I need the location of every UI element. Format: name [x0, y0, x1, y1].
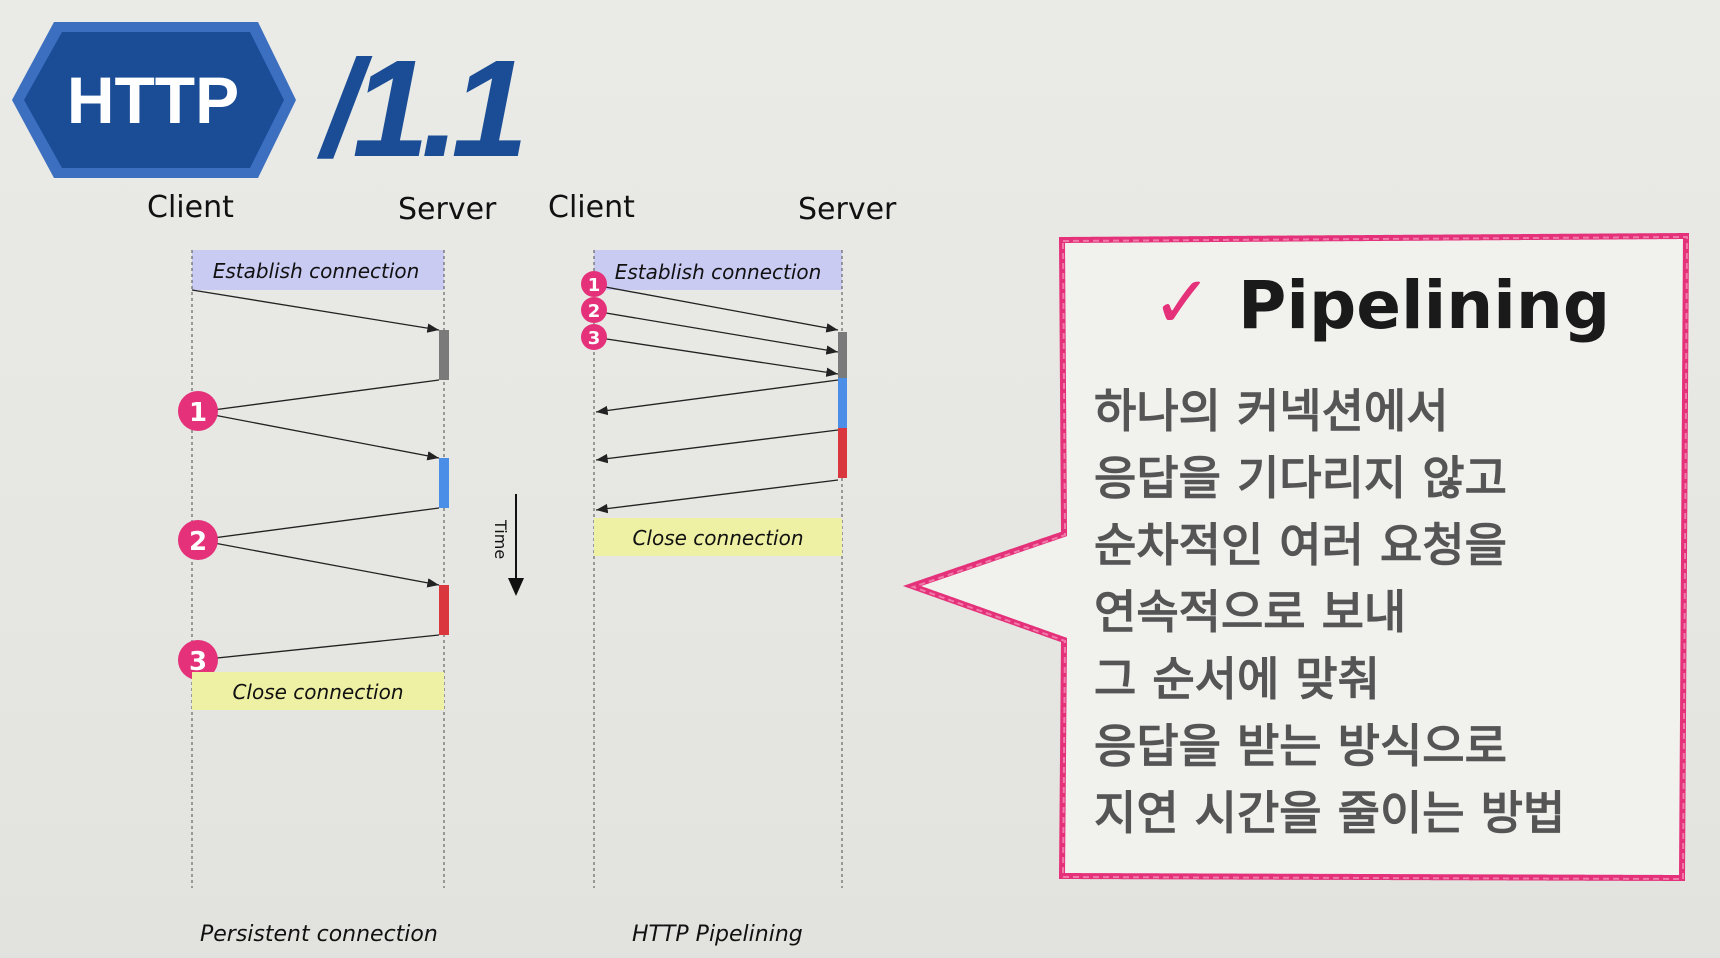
- callout-line: 응답을 받는 방식으로: [1094, 719, 1507, 773]
- callout-line: 순차적인 여러 요청을: [1094, 518, 1507, 572]
- callout-line: 응답을 기다리지 않고: [1094, 451, 1507, 505]
- callout-title: Pipelining: [1238, 267, 1611, 344]
- callout-line: 그 순서에 맞춰: [1094, 652, 1380, 706]
- callout-line: 하나의 커넥션에서: [1094, 384, 1449, 438]
- callout-line: 지연 시간을 줄이는 방법: [1094, 786, 1566, 840]
- callout-line: 연속적으로 보내: [1094, 585, 1407, 639]
- callout-body: 하나의 커넥션에서 응답을 기다리지 않고 순차적인 여러 요청을 연속적으로 …: [1094, 378, 1634, 847]
- checkmark-icon: ✓: [1152, 260, 1213, 344]
